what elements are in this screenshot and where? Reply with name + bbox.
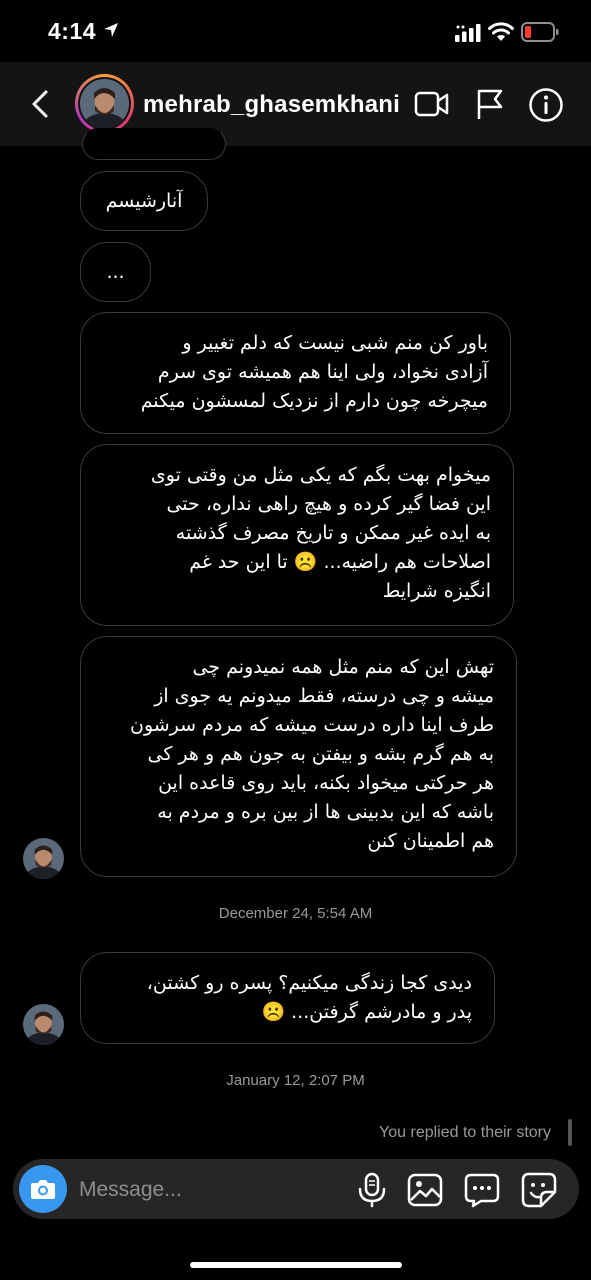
message-bubble[interactable]: باور کن منم شبی نیست که دلم تغییر و آزاد… xyxy=(80,312,511,434)
back-chevron-icon[interactable] xyxy=(28,90,52,118)
home-indicator[interactable] xyxy=(190,1262,402,1268)
info-icon[interactable] xyxy=(528,87,564,123)
story-reply-note: You replied to their story xyxy=(379,1124,551,1141)
wifi-icon xyxy=(488,22,514,41)
microphone-icon[interactable] xyxy=(354,1172,390,1208)
message-composer xyxy=(13,1159,579,1219)
message-bubble[interactable]: میخوام بهت بگم که یکی مثل من وقتی توی ای… xyxy=(80,444,514,626)
battery-icon xyxy=(521,22,559,42)
message-bubble[interactable]: تهش این که منم مثل همه نمیدونم چی میشه و… xyxy=(80,636,517,877)
camera-icon xyxy=(31,1180,55,1199)
flag-icon[interactable] xyxy=(475,88,505,120)
avatar[interactable] xyxy=(80,79,129,128)
timestamp: December 24, 5:54 AM xyxy=(218,905,373,922)
message-input[interactable] xyxy=(79,1176,339,1204)
gallery-icon[interactable] xyxy=(407,1172,443,1208)
timestamp: January 12, 2:07 PM xyxy=(226,1072,365,1089)
chat-bubble-icon[interactable] xyxy=(464,1172,500,1208)
message-bubble[interactable]: دیدی کجا زندگی میکنیم؟ پسره رو کشتن، پدر… xyxy=(80,952,495,1044)
location-arrow-icon xyxy=(104,23,118,37)
status-time: 4:14 xyxy=(48,18,97,44)
cellular-signal-icon xyxy=(455,24,481,42)
message-bubble[interactable]: آنارشیسم xyxy=(80,171,208,231)
chat-username[interactable]: mehrab_ghasemkhani xyxy=(143,91,400,119)
status-bar: 4:14 xyxy=(0,0,591,62)
camera-button[interactable] xyxy=(19,1165,67,1213)
message-bubble[interactable]: ... xyxy=(80,242,151,302)
scroll-indicator xyxy=(568,1119,572,1146)
sticker-icon[interactable] xyxy=(521,1172,557,1208)
sender-avatar[interactable] xyxy=(23,838,64,879)
sender-avatar[interactable] xyxy=(23,1004,64,1045)
message-bubble-partial xyxy=(82,128,226,160)
video-call-icon[interactable] xyxy=(414,90,450,118)
